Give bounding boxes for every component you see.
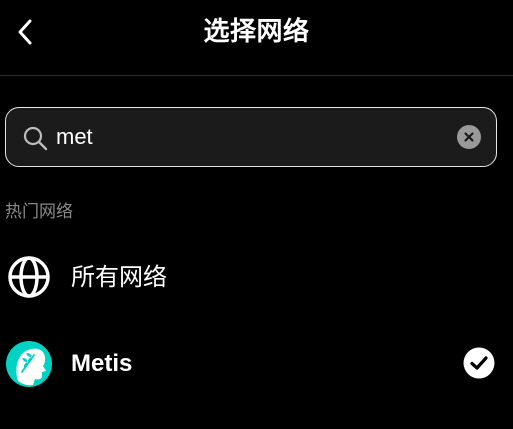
globe-icon [8, 256, 50, 298]
check-icon [463, 347, 495, 379]
page-title: 选择网络 [203, 17, 310, 47]
network-item-all[interactable]: 所有网络 [0, 242, 513, 312]
network-label: Metis [71, 350, 133, 377]
network-label: 所有网络 [71, 263, 167, 291]
metis-logo-icon [6, 341, 52, 387]
header: 选择网络 [0, 0, 513, 76]
clear-icon [464, 132, 474, 142]
section-label-popular-networks: 热门网络 [5, 202, 73, 222]
clear-search-button[interactable] [457, 125, 481, 149]
search-box[interactable] [5, 107, 497, 167]
network-item-metis[interactable]: Metis [0, 329, 513, 399]
search-icon [23, 126, 48, 151]
search-input[interactable] [56, 120, 436, 154]
